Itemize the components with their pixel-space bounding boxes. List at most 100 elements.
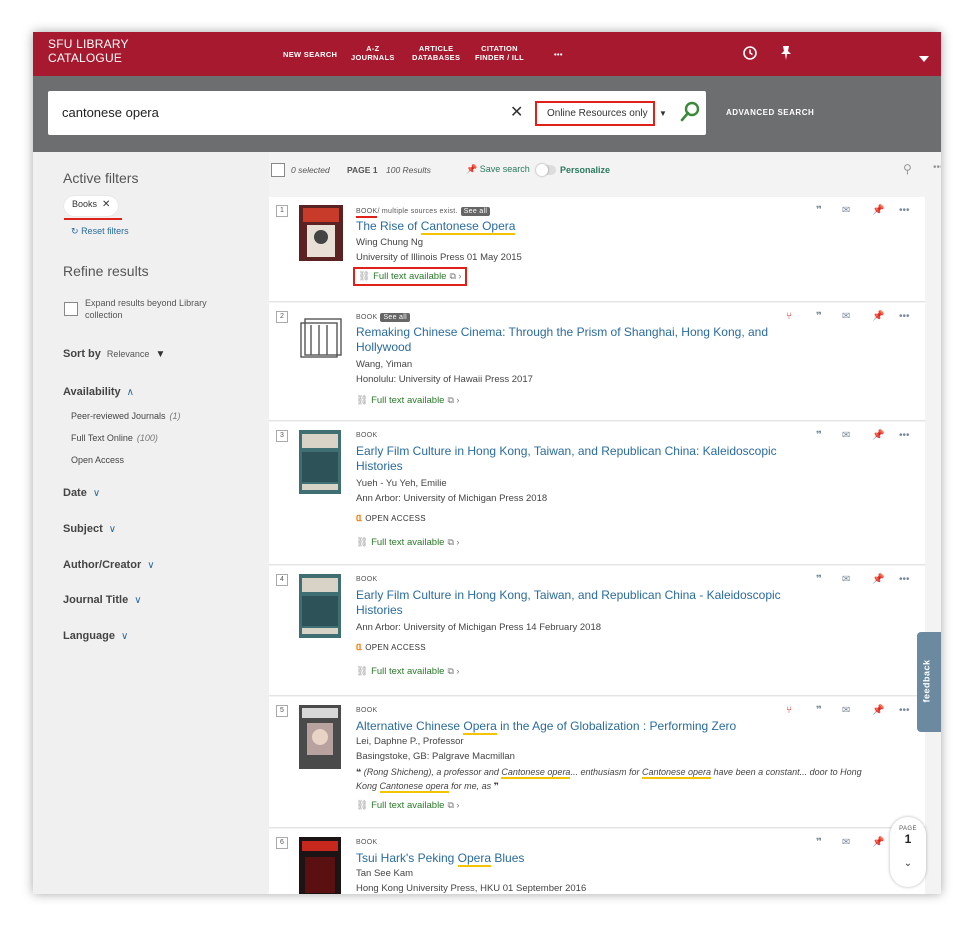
pin-icon[interactable]: 📌: [872, 311, 884, 322]
result-item[interactable]: 3 BOOK Early Film Culture in Hong Kong, …: [269, 422, 925, 565]
link-icon: ⛓: [356, 395, 369, 406]
availability-item-peer-reviewed[interactable]: Peer-reviewed Journals (1): [71, 411, 181, 421]
personalize-label[interactable]: Personalize: [560, 165, 610, 175]
full-text-link[interactable]: ⛓ Full text available ⧉ ›: [353, 267, 468, 286]
versions-icon[interactable]: ⑂: [786, 311, 792, 322]
personalize-toggle[interactable]: [536, 164, 556, 176]
cite-icon[interactable]: ❞: [816, 311, 822, 322]
cite-icon[interactable]: ❞: [816, 837, 822, 848]
result-title[interactable]: Remaking Chinese Cinema: Through the Pri…: [356, 325, 786, 355]
result-item[interactable]: 4 BOOK Early Film Culture in Hong Kong, …: [269, 566, 925, 696]
search-scope-select[interactable]: Online Resources only: [535, 101, 655, 126]
facet-availability[interactable]: Availability ∧: [63, 386, 134, 398]
sort-by[interactable]: Sort by Relevance ▼: [63, 348, 165, 360]
see-all-button[interactable]: See all: [460, 207, 491, 216]
see-all-button[interactable]: See all: [380, 313, 410, 322]
pin-icon[interactable]: 📌: [872, 705, 884, 716]
advanced-search-link[interactable]: ADVANCED SEARCH: [726, 108, 814, 117]
facet-journal-title[interactable]: Journal Title ∨: [63, 594, 142, 606]
full-text-link[interactable]: ⛓ Full text available ⧉ ›: [356, 537, 459, 548]
search-box[interactable]: cantonese opera ✕ Online Resources only …: [48, 91, 706, 135]
result-title[interactable]: Tsui Hark's Peking Opera Blues: [356, 851, 786, 867]
facet-subject[interactable]: Subject ∨: [63, 523, 116, 535]
full-text-link[interactable]: ⛓ Full text available ⧉ ›: [356, 800, 459, 811]
feedback-tab[interactable]: feedback: [917, 632, 941, 732]
search-icon[interactable]: [678, 100, 702, 124]
more-options-icon[interactable]: •••: [899, 311, 910, 322]
result-item[interactable]: 1 BOOK/ multiple sources exist. See all T…: [269, 197, 925, 302]
availability-item-full-text[interactable]: Full Text Online (100): [71, 433, 158, 443]
book-placeholder-icon[interactable]: [299, 315, 349, 361]
book-cover-thumbnail[interactable]: [299, 430, 341, 494]
pin-icon[interactable]: 📌: [872, 205, 884, 216]
external-link-icon: ⧉ ›: [449, 271, 462, 281]
reset-filters-link[interactable]: ↻ Reset filters: [71, 226, 129, 237]
email-icon[interactable]: ✉: [842, 705, 850, 716]
pin-icon[interactable]: 📌: [872, 574, 884, 585]
save-search-button[interactable]: 📌 Save search: [466, 164, 530, 175]
result-title[interactable]: Early Film Culture in Hong Kong, Taiwan,…: [356, 444, 796, 474]
more-options-icon[interactable]: •••: [899, 205, 910, 216]
nav-article-databases[interactable]: ARTICLE DATABASES: [412, 44, 460, 62]
result-title[interactable]: Early Film Culture in Hong Kong, Taiwan,…: [356, 588, 796, 618]
nav-new-search[interactable]: NEW SEARCH: [283, 50, 337, 59]
selected-count: 0 selected: [291, 165, 330, 175]
select-all-checkbox[interactable]: [271, 163, 285, 177]
result-publisher: Basingstoke, GB: Palgrave Macmillan: [356, 751, 515, 762]
page-navigator[interactable]: PAGE 1 ⌄: [890, 817, 926, 887]
email-icon[interactable]: ✉: [842, 430, 850, 441]
result-item[interactable]: 6 BOOK Tsui Hark's Peking Opera Blues Ta…: [269, 829, 925, 894]
email-icon[interactable]: ✉: [842, 837, 850, 848]
result-title[interactable]: The Rise of Cantonese Opera: [356, 219, 786, 235]
cite-icon[interactable]: ❞: [816, 705, 822, 716]
clear-search-icon[interactable]: ✕: [510, 102, 523, 122]
expand-results-checkbox[interactable]: [64, 302, 78, 316]
full-text-link[interactable]: ⛓ Full text available ⧉ ›: [356, 666, 459, 677]
chevron-down-icon: ∨: [147, 560, 155, 571]
full-text-link[interactable]: ⛓ Full text available ⧉ ›: [356, 395, 459, 406]
pin-icon[interactable]: 📌: [872, 837, 884, 848]
book-cover-thumbnail[interactable]: [299, 837, 341, 894]
expand-results-label[interactable]: Expand results beyond Library collection: [85, 297, 235, 321]
nav-citation-finder[interactable]: CITATION FINDER / ILL: [475, 44, 524, 62]
facet-language[interactable]: Language ∨: [63, 630, 128, 642]
availability-item-open-access[interactable]: Open Access: [71, 455, 124, 465]
result-item[interactable]: 2 BOOK See all Remaking Chinese Cinema: T…: [269, 303, 925, 421]
scope-dropdown-icon[interactable]: ▼: [659, 109, 667, 118]
more-options-icon[interactable]: •••: [899, 574, 910, 585]
remove-filter-icon[interactable]: ✕: [102, 199, 110, 210]
pin-icon[interactable]: [779, 45, 793, 64]
facet-author-creator[interactable]: Author/Creator ∨: [63, 559, 155, 571]
nav-more[interactable]: •••: [554, 50, 563, 59]
cite-icon[interactable]: ❞: [816, 205, 822, 216]
book-cover-thumbnail[interactable]: [299, 705, 341, 769]
cite-icon[interactable]: ❞: [816, 430, 822, 441]
chevron-down-icon[interactable]: ⌄: [890, 858, 926, 869]
more-options-icon[interactable]: •••: [899, 430, 910, 441]
pin-icon[interactable]: ⚲: [903, 162, 912, 176]
email-icon[interactable]: ✉: [842, 311, 850, 322]
email-icon[interactable]: ✉: [842, 574, 850, 585]
result-author: Lei, Daphne P., Professor: [356, 736, 464, 747]
pin-icon[interactable]: 📌: [872, 430, 884, 441]
book-cover-thumbnail[interactable]: [299, 574, 341, 638]
app-frame: SFU LIBRARY CATALOGUE NEW SEARCH A-Z JOUR…: [33, 32, 941, 894]
result-item[interactable]: 5 BOOK Alternative Chinese Opera in the …: [269, 697, 925, 828]
versions-icon[interactable]: ⑂: [786, 705, 792, 716]
result-number: 6: [276, 837, 288, 849]
book-cover-thumbnail[interactable]: [299, 205, 343, 261]
more-options-icon[interactable]: •••: [899, 705, 910, 716]
sort-dropdown-icon[interactable]: ▼: [155, 349, 165, 360]
history-icon[interactable]: [742, 45, 758, 64]
user-menu-icon[interactable]: [919, 49, 929, 65]
sort-value[interactable]: Relevance: [107, 349, 150, 359]
library-logo[interactable]: SFU LIBRARY CATALOGUE: [48, 37, 129, 65]
email-icon[interactable]: ✉: [842, 205, 850, 216]
cite-icon[interactable]: ❞: [816, 574, 822, 585]
more-options-icon[interactable]: •••: [933, 162, 941, 173]
nav-az-journals[interactable]: A-Z JOURNALS: [351, 44, 395, 62]
active-filter-chip[interactable]: Books ✕: [64, 196, 119, 216]
result-title[interactable]: Alternative Chinese Opera in the Age of …: [356, 719, 786, 735]
facet-date[interactable]: Date ∨: [63, 487, 100, 499]
search-input[interactable]: cantonese opera: [62, 105, 159, 120]
